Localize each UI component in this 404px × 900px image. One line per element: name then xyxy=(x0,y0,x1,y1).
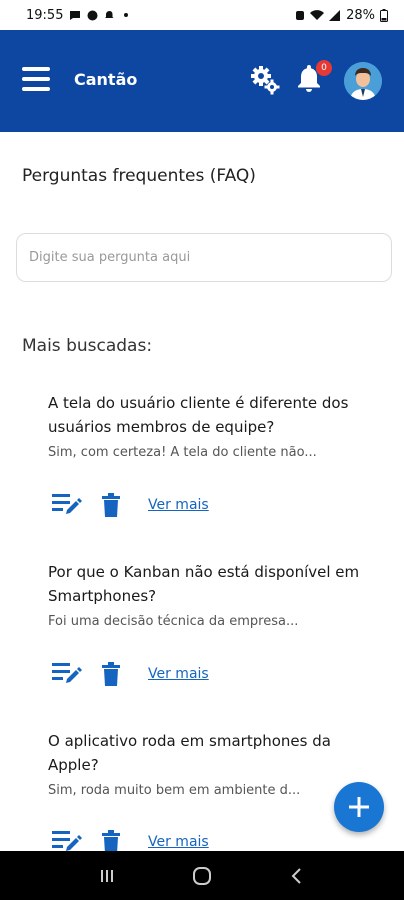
faq-item: Por que o Kanban não está disponível em … xyxy=(48,560,378,629)
section-title: Mais buscadas: xyxy=(22,336,153,356)
battery-percent: 28% xyxy=(346,7,375,23)
recent-apps-button[interactable] xyxy=(92,861,122,891)
avatar-image xyxy=(344,62,382,100)
faq-actions: Ver mais xyxy=(52,492,209,518)
search-input[interactable] xyxy=(29,250,379,265)
faq-answer: Sim, com certeza! A tela do cliente não.… xyxy=(48,445,317,460)
recent-apps-icon xyxy=(101,869,114,882)
faq-question: A tela do usuário cliente é diferente do… xyxy=(48,394,349,436)
faq-answer: Foi uma decisão técnica da empresa... xyxy=(48,614,299,629)
battery-icon xyxy=(380,8,388,22)
back-icon xyxy=(291,867,301,884)
page-title: Perguntas frequentes (FAQ) xyxy=(22,166,256,186)
faq-question: O aplicativo roda em smartphones da Appl… xyxy=(48,732,331,774)
faq-item: A tela do usuário cliente é diferente do… xyxy=(48,391,378,460)
system-nav-bar xyxy=(0,851,404,900)
add-button[interactable] xyxy=(334,782,384,832)
status-bar: 19:55 28% xyxy=(0,0,404,30)
delete-icon[interactable] xyxy=(100,493,122,517)
faq-actions: Ver mais xyxy=(52,661,209,687)
back-button[interactable] xyxy=(282,861,312,891)
home-button[interactable] xyxy=(187,861,217,891)
app-bar: Cantão 0 xyxy=(0,30,404,132)
faq-answer: Sim, roda muito bem em ambiente d... xyxy=(48,783,301,798)
edit-icon[interactable] xyxy=(52,492,82,518)
edit-icon[interactable] xyxy=(52,661,82,687)
add-icon xyxy=(349,797,369,817)
gear-icon[interactable] xyxy=(249,64,281,96)
ver-mais-link[interactable]: Ver mais xyxy=(148,666,209,682)
alarm-icon xyxy=(296,11,305,20)
status-time: 19:55 xyxy=(26,7,64,23)
wifi-icon xyxy=(310,9,325,20)
home-icon xyxy=(192,866,211,885)
avatar[interactable] xyxy=(344,62,382,100)
delete-icon[interactable] xyxy=(100,662,122,686)
message-icon xyxy=(70,10,81,20)
signal-icon xyxy=(329,9,341,21)
faq-item: O aplicativo roda em smartphones da Appl… xyxy=(48,729,374,798)
app-title: Cantão xyxy=(74,70,138,89)
faq-question: Por que o Kanban não está disponível em … xyxy=(48,563,360,605)
notification-bell-small-icon xyxy=(105,10,114,18)
ver-mais-link[interactable]: Ver mais xyxy=(148,834,209,850)
ver-mais-link[interactable]: Ver mais xyxy=(148,497,209,513)
notification-badge: 0 xyxy=(316,60,332,76)
menu-icon[interactable] xyxy=(22,67,52,93)
more-notifications-dot xyxy=(124,13,129,17)
app-notification-icon xyxy=(87,10,98,20)
search-box xyxy=(16,233,392,282)
